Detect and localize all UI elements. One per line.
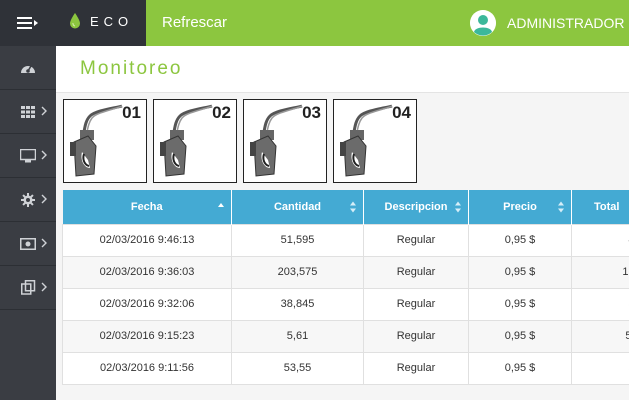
column-header-label: Descripcion [384, 200, 448, 213]
fuel-nozzle-icon [250, 104, 303, 177]
table-cell: 02/03/2016 9:11:56 [62, 351, 232, 385]
column-header-fecha[interactable]: Fecha [62, 190, 232, 224]
table-cell: 5,32 $ [571, 319, 629, 353]
top-bar: ECO Refrescar ADMINISTRADOR [0, 0, 629, 46]
table-cell: 0,95 $ [468, 319, 572, 353]
sort-both-icon [350, 201, 356, 213]
menu-toggle-button[interactable] [0, 0, 56, 46]
column-header-label: Precio [503, 200, 537, 213]
sidebar-item-settings[interactable] [0, 178, 56, 222]
refresh-link[interactable]: Refrescar [162, 14, 227, 31]
dashboard-icon [21, 65, 35, 73]
money-icon [20, 237, 36, 250]
table-cell: Regular [363, 351, 469, 385]
chevron-right-icon [41, 194, 47, 204]
sidebar-item-money[interactable] [0, 222, 56, 266]
pump-card[interactable]: 03 [243, 99, 327, 183]
sidebar [0, 46, 56, 400]
table-row[interactable]: 02/03/2016 9:11:5653,55Regular0,95 $50,8… [62, 351, 629, 385]
table-cell: 5,61 [231, 319, 364, 353]
column-header-label: Cantidad [273, 200, 322, 213]
table-cell: 02/03/2016 9:15:23 [62, 319, 232, 353]
table-cell: 0,95 $ [468, 223, 572, 257]
main-content: Monitoreo 01 02 03 04 Fecha Cantidad Des… [56, 46, 629, 400]
sidebar-item-monitor[interactable] [0, 134, 56, 178]
column-header-descripcion[interactable]: Descripcion [363, 190, 469, 224]
table-header-row: Fecha Cantidad Descripcion Precio Total [62, 190, 629, 224]
brand-area: ECO [0, 0, 146, 46]
logo-text: ECO [90, 13, 134, 29]
table-row[interactable]: 02/03/2016 9:46:1351,595Regular0,95 $48,… [62, 223, 629, 257]
chevron-right-icon [41, 150, 47, 160]
menu-toggle-icon [17, 17, 38, 29]
table-cell: 53,55 [231, 351, 364, 385]
chevron-right-icon [41, 106, 47, 116]
table-cell: 0,95 $ [468, 255, 572, 289]
sort-both-icon [558, 201, 564, 213]
sort-asc-icon [218, 203, 224, 207]
monitor-icon [20, 148, 36, 162]
fuel-nozzle-icon [160, 104, 213, 177]
column-header-precio[interactable]: Precio [468, 190, 572, 224]
pump-number: 01 [122, 103, 141, 122]
pump-list: 01 02 03 04 [63, 99, 423, 183]
table-cell: 50,82 [571, 351, 629, 385]
pump-card[interactable]: 01 [63, 99, 147, 183]
app-logo[interactable]: ECO [70, 13, 133, 29]
chevron-right-icon [41, 238, 47, 248]
table-row[interactable]: 02/03/2016 9:36:03203,575Regular0,95 $19… [62, 255, 629, 289]
transactions-table: Fecha Cantidad Descripcion Precio Total … [62, 190, 629, 386]
table-cell: Regular [363, 255, 469, 289]
grid-icon [21, 105, 35, 118]
table-cell: 203,575 [231, 255, 364, 289]
column-header-label: Fecha [130, 200, 163, 213]
pump-number: 04 [392, 103, 411, 122]
user-menu[interactable]: ADMINISTRADOR [470, 10, 624, 36]
table-cell: 48,96 [571, 223, 629, 257]
table-cell: 02/03/2016 9:46:13 [62, 223, 232, 257]
pump-number: 03 [302, 103, 321, 122]
table-row[interactable]: 02/03/2016 9:32:0638,845Regular0,95 $36,… [62, 287, 629, 321]
pump-number: 02 [212, 103, 231, 122]
sidebar-item-dashboard[interactable] [0, 46, 56, 90]
table-cell: 02/03/2016 9:36:03 [62, 255, 232, 289]
table-cell: Regular [363, 223, 469, 257]
drop-icon [70, 13, 80, 29]
column-header-cantidad[interactable]: Cantidad [231, 190, 364, 224]
sort-both-icon [455, 201, 461, 213]
column-header-total[interactable]: Total [571, 190, 629, 224]
table-row[interactable]: 02/03/2016 9:15:235,61Regular0,95 $5,32 … [62, 319, 629, 353]
table-cell: 38,845 [231, 287, 364, 321]
user-avatar-icon [470, 10, 496, 36]
copy-icon [20, 280, 35, 295]
table-cell: Regular [363, 319, 469, 353]
sidebar-item-grid[interactable] [0, 90, 56, 134]
fuel-nozzle-icon [70, 104, 123, 177]
fuel-nozzle-icon [340, 104, 393, 177]
table-cell: 0,95 $ [468, 351, 572, 385]
pump-card[interactable]: 02 [153, 99, 237, 183]
column-header-label: Total [594, 200, 620, 213]
sidebar-item-copy[interactable] [0, 266, 56, 310]
chevron-right-icon [41, 282, 47, 292]
table-cell: Regular [363, 287, 469, 321]
page-title: Monitoreo [80, 58, 183, 79]
page-header: Monitoreo [56, 46, 629, 93]
table-cell: 193,19 [571, 255, 629, 289]
table-cell: 36,86 [571, 287, 629, 321]
pump-card[interactable]: 04 [333, 99, 417, 183]
table-cell: 02/03/2016 9:32:06 [62, 287, 232, 321]
table-cell: 51,595 [231, 223, 364, 257]
user-name: ADMINISTRADOR [507, 15, 625, 31]
gear-icon [21, 192, 35, 207]
table-cell: 0,95 $ [468, 287, 572, 321]
